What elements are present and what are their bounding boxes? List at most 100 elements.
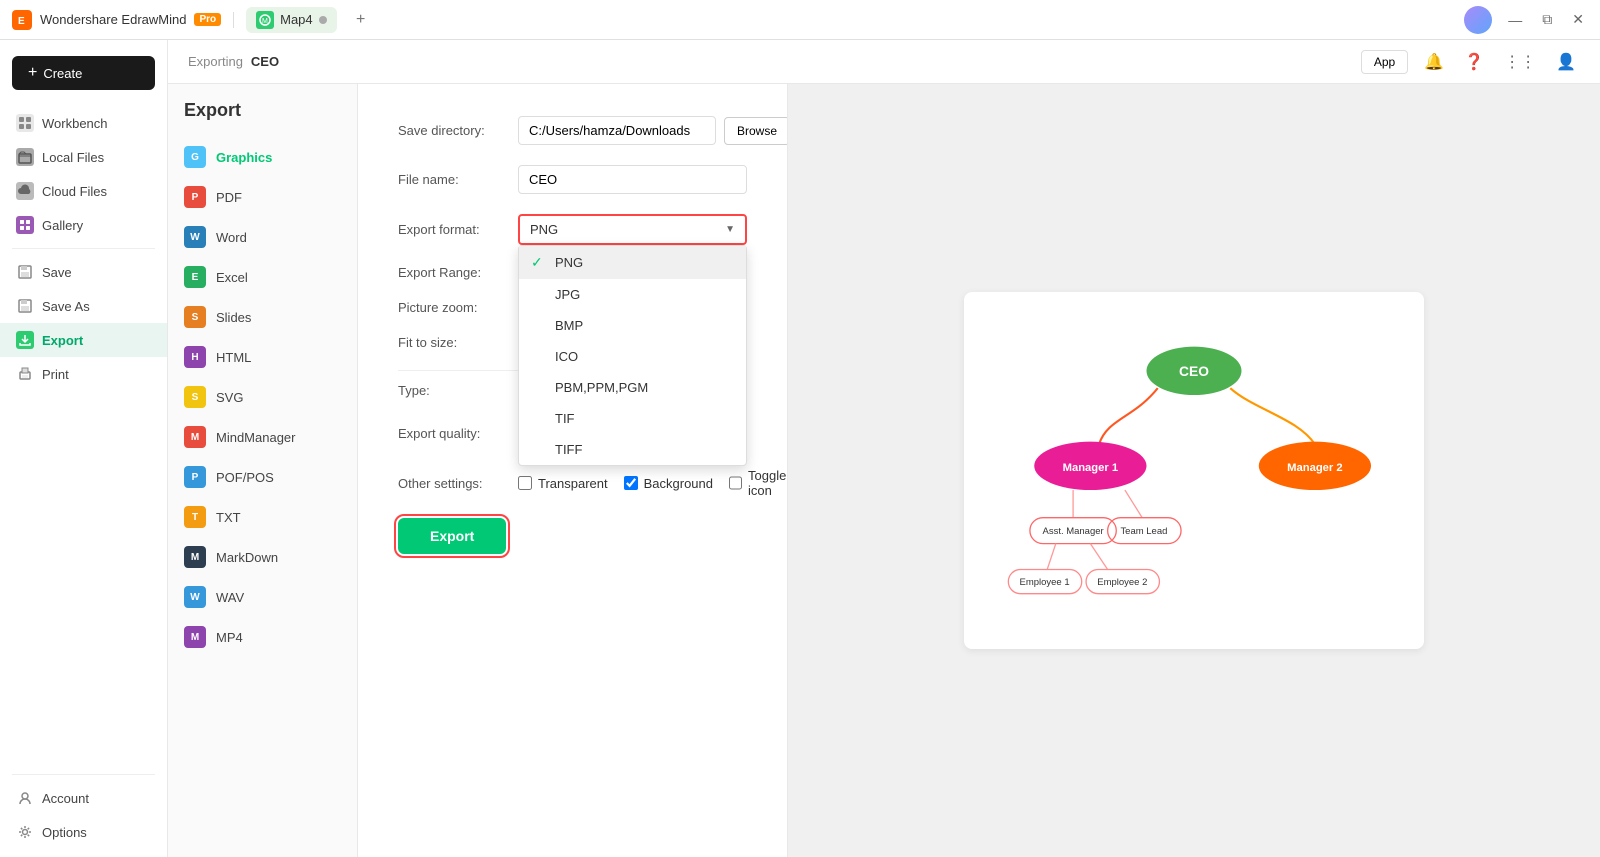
word-label: Word	[216, 230, 247, 245]
format-option-ico[interactable]: ICO	[519, 341, 746, 372]
format-item-mp4[interactable]: M MP4	[168, 617, 357, 657]
create-button[interactable]: + Create	[12, 56, 155, 90]
print-icon	[16, 365, 34, 383]
topbar: Exporting CEO App 🔔 ❓ ⋮⋮ 👤	[168, 40, 1600, 84]
toggle-icon-checkbox-label[interactable]: Toggle icon	[729, 468, 787, 498]
export-settings-form: Save directory: Browse File name: Export…	[358, 84, 788, 857]
sidebar-item-export[interactable]: Export	[0, 323, 167, 357]
export-panel: Export G Graphics P PDF W Word E Excel	[168, 84, 1600, 857]
svg-text:M: M	[262, 18, 268, 25]
mp4-label: MP4	[216, 630, 243, 645]
export-format-dropdown-btn[interactable]: PNG ▼	[518, 214, 747, 245]
other-settings-options: Transparent Background Toggle icon	[518, 468, 787, 498]
format-option-bmp[interactable]: BMP	[519, 310, 746, 341]
manager2-node-label: Manager 2	[1287, 462, 1343, 474]
options-icon	[16, 823, 34, 841]
transparent-label: Transparent	[538, 476, 608, 491]
sidebar-bottom: Account Options	[0, 768, 167, 849]
map-title: CEO	[251, 54, 279, 69]
bell-icon[interactable]: 🔔	[1420, 48, 1448, 76]
word-format-icon: W	[184, 226, 206, 248]
app-button[interactable]: App	[1361, 50, 1408, 74]
format-item-wav[interactable]: W WAV	[168, 577, 357, 617]
format-item-html[interactable]: H HTML	[168, 337, 357, 377]
background-checkbox[interactable]	[624, 476, 638, 490]
left-sidebar: + Create Workbench Local Files Cloud Fil…	[0, 40, 168, 857]
sidebar-item-save[interactable]: Save	[0, 255, 167, 289]
transparent-checkbox-label[interactable]: Transparent	[518, 476, 608, 491]
save-label: Save	[42, 265, 72, 280]
mindmanager-format-icon: M	[184, 426, 206, 448]
sidebar-item-options[interactable]: Options	[0, 815, 167, 849]
team-lead-node-label: Team Lead	[1120, 526, 1167, 537]
user-icon[interactable]: 👤	[1552, 48, 1580, 76]
sidebar-item-workbench[interactable]: Workbench	[0, 106, 167, 140]
format-option-pbm[interactable]: PBM,PPM,PGM	[519, 372, 746, 403]
type-label: Type:	[398, 383, 518, 398]
add-tab-btn[interactable]: +	[349, 8, 373, 32]
toggle-icon-checkbox[interactable]	[729, 476, 742, 490]
grid-icon[interactable]: ⋮⋮	[1500, 48, 1540, 76]
format-option-tiff[interactable]: TIFF	[519, 434, 746, 465]
app-logo: E	[12, 10, 32, 30]
wav-format-icon: W	[184, 586, 206, 608]
format-item-graphics[interactable]: G Graphics	[168, 137, 357, 177]
background-checkbox-label[interactable]: Background	[624, 476, 713, 491]
local-files-icon	[16, 148, 34, 166]
export-format-dropdown[interactable]: PNG ▼ ✓ PNG JPG	[518, 214, 747, 245]
format-option-png[interactable]: ✓ PNG	[519, 246, 746, 279]
account-icon	[16, 789, 34, 807]
save-directory-row: Save directory: Browse	[398, 116, 747, 145]
html-format-icon: H	[184, 346, 206, 368]
workbench-label: Workbench	[42, 116, 108, 131]
create-plus-icon: +	[28, 64, 37, 82]
format-item-svg[interactable]: S SVG	[168, 377, 357, 417]
format-options-menu: ✓ PNG JPG BMP	[518, 245, 747, 466]
format-item-pdf[interactable]: P PDF	[168, 177, 357, 217]
format-option-tif[interactable]: TIF	[519, 403, 746, 434]
format-item-markdown[interactable]: M MarkDown	[168, 537, 357, 577]
titlebar: E Wondershare EdrawMind Pro M Map4 + — ⧉…	[0, 0, 1600, 40]
mindmanager-label: MindManager	[216, 430, 296, 445]
save-directory-label: Save directory:	[398, 123, 518, 138]
excel-format-icon: E	[184, 266, 206, 288]
print-label: Print	[42, 367, 69, 382]
sidebar-item-save-as[interactable]: Save As	[0, 289, 167, 323]
sidebar-item-print[interactable]: Print	[0, 357, 167, 391]
options-label: Options	[42, 825, 87, 840]
format-item-word[interactable]: W Word	[168, 217, 357, 257]
picture-zoom-label: Picture zoom:	[398, 300, 518, 315]
svg-label: SVG	[216, 390, 243, 405]
export-format-label: Export format:	[398, 222, 518, 237]
help-icon[interactable]: ❓	[1460, 48, 1488, 76]
sidebar-item-account[interactable]: Account	[0, 781, 167, 815]
export-button-container: Export	[398, 518, 747, 554]
save-directory-input[interactable]	[518, 116, 716, 145]
browse-button[interactable]: Browse	[724, 117, 788, 145]
other-settings-row: Other settings: Transparent Background	[398, 468, 747, 498]
export-title: Export	[168, 92, 357, 137]
transparent-checkbox[interactable]	[518, 476, 532, 490]
minimize-btn[interactable]: —	[1504, 8, 1526, 32]
format-item-excel[interactable]: E Excel	[168, 257, 357, 297]
pdf-format-icon: P	[184, 186, 206, 208]
format-item-pof[interactable]: P POF/POS	[168, 457, 357, 497]
toggle-icon-label: Toggle icon	[748, 468, 787, 498]
sidebar-item-gallery[interactable]: Gallery	[0, 208, 167, 242]
maximize-btn[interactable]: ⧉	[1538, 7, 1556, 32]
format-option-jpg[interactable]: JPG	[519, 279, 746, 310]
file-name-input[interactable]	[518, 165, 747, 194]
format-item-mindmanager[interactable]: M MindManager	[168, 417, 357, 457]
format-item-slides[interactable]: S Slides	[168, 297, 357, 337]
sidebar-item-local-files[interactable]: Local Files	[0, 140, 167, 174]
svg-text:E: E	[18, 16, 25, 27]
format-item-txt[interactable]: T TXT	[168, 497, 357, 537]
close-btn[interactable]: ✕	[1568, 7, 1588, 32]
topbar-right: App 🔔 ❓ ⋮⋮ 👤	[1361, 48, 1580, 76]
sidebar-item-cloud-files[interactable]: Cloud Files	[0, 174, 167, 208]
manager1-node-label: Manager 1	[1063, 462, 1119, 474]
export-button[interactable]: Export	[398, 518, 506, 554]
export-range-label: Export Range:	[398, 265, 518, 280]
export-format-row: Export format: PNG ▼ ✓ PNG	[398, 214, 747, 245]
file-name-label: File name:	[398, 172, 518, 187]
